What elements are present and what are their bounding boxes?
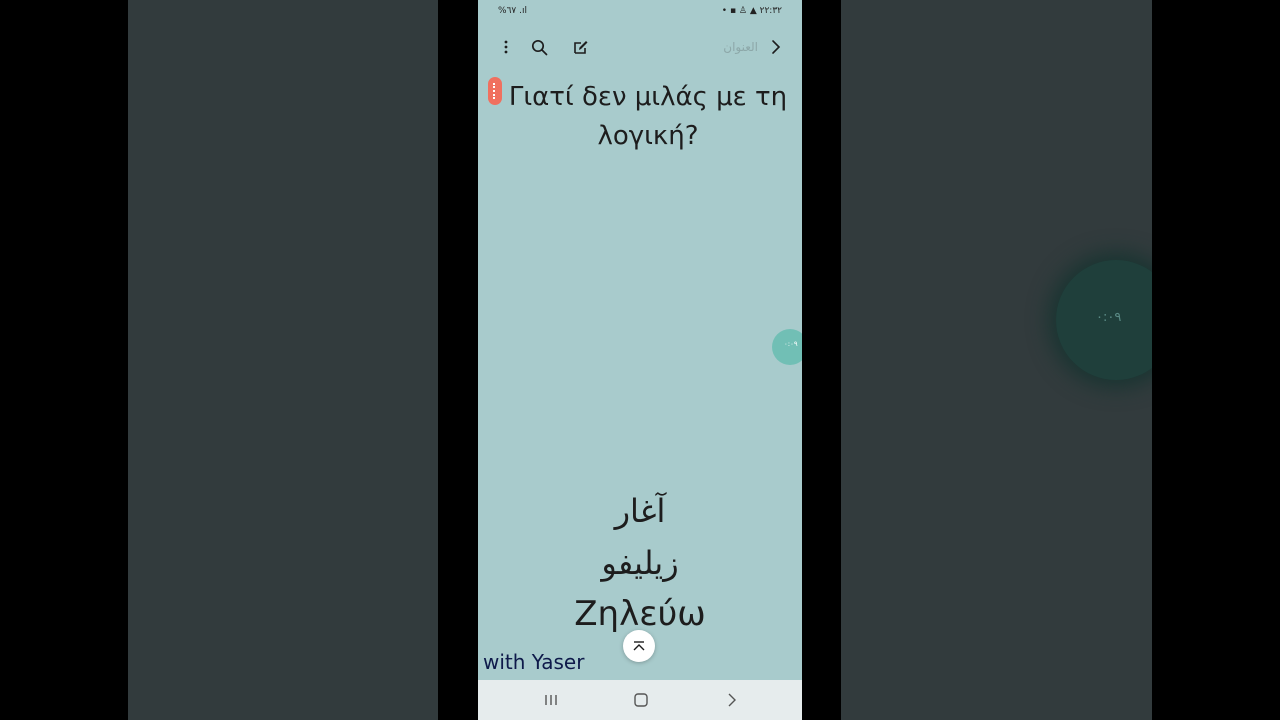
nav-back-button[interactable] (717, 688, 747, 712)
floating-timer-bubble[interactable]: ٠:٠٩ (772, 329, 802, 365)
status-bar: %٦٧ .ıl • ▪ ♙ ▲ ٢٢:٣٢ (478, 0, 802, 24)
status-right-indicators: • ▪ ♙ ▲ ٢٢:٣٢ (721, 6, 782, 16)
scroll-top-icon (633, 641, 645, 651)
watermark-text: with Yaser (483, 650, 585, 674)
recent-apps-button[interactable] (536, 688, 566, 712)
scroll-to-top-button[interactable] (623, 630, 655, 662)
more-options-button[interactable] (493, 34, 519, 60)
transliteration-line-1: آغار (614, 492, 666, 530)
phone-screen: %٦٧ .ıl • ▪ ♙ ▲ ٢٢:٣٢ العنوان Γιατί δεν … (478, 0, 802, 720)
back-button[interactable] (764, 34, 788, 60)
search-icon (531, 39, 547, 55)
edit-button[interactable] (567, 34, 593, 60)
edit-icon (573, 40, 587, 54)
blurred-bubble: ٠:٠٩ (1056, 260, 1152, 380)
greek-word: Ζηλεύω (574, 594, 706, 634)
blurred-background-right: ٠:٠٩ (841, 0, 1152, 720)
recent-apps-icon (545, 695, 557, 705)
blurred-bubble-label: ٠:٠٩ (1096, 310, 1122, 325)
floating-timer-label: ٠:٠٩ (784, 340, 798, 348)
greek-question-text: Γιατί δεν μιλάς με τη λογική? (508, 82, 788, 151)
chevron-right-icon (772, 40, 781, 54)
system-navigation-bar (478, 680, 802, 720)
back-icon (728, 693, 736, 707)
more-vert-icon (504, 40, 508, 54)
blurred-background-left (128, 0, 438, 720)
note-title-field[interactable]: العنوان (688, 40, 758, 54)
transliteration-line-2: زيليفو (601, 544, 679, 582)
note-toolbar: العنوان (478, 28, 802, 66)
home-button[interactable] (626, 688, 656, 712)
status-left-indicators: %٦٧ .ıl (498, 6, 527, 16)
home-icon (634, 693, 648, 707)
search-button[interactable] (526, 34, 552, 60)
